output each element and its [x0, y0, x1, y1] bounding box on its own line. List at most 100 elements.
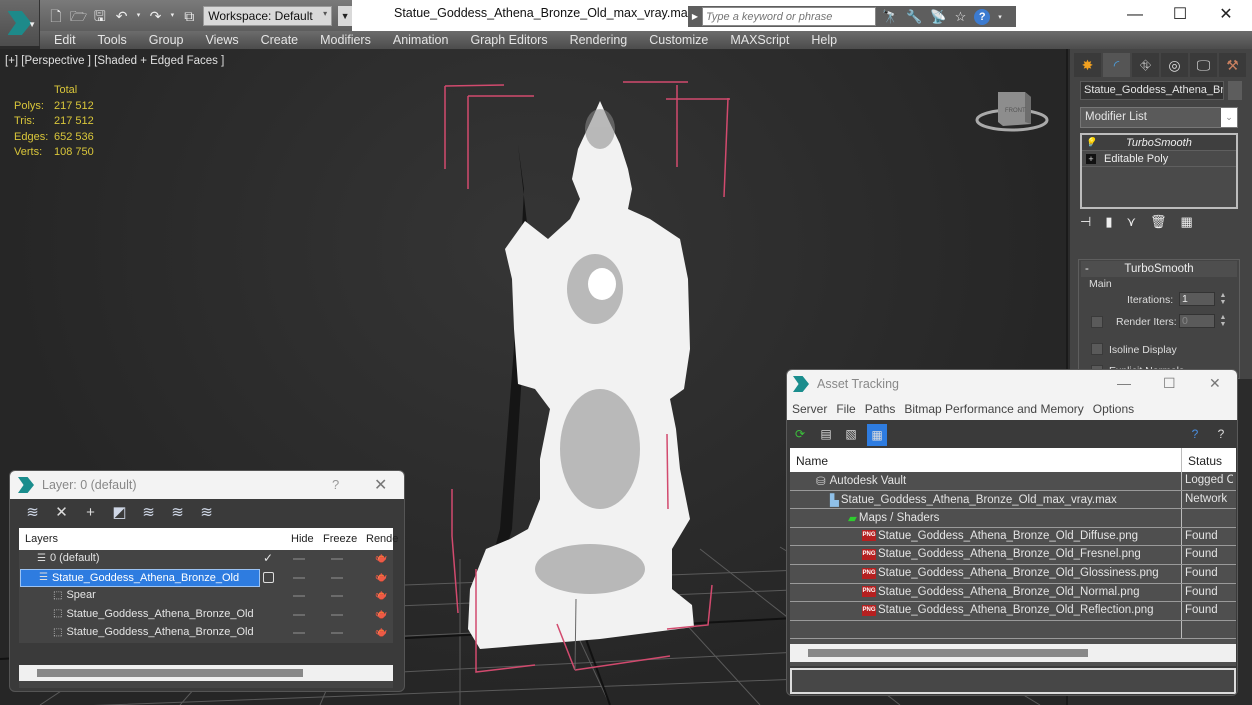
search-input[interactable] [702, 7, 876, 26]
menu-paths[interactable]: Paths [865, 402, 896, 416]
menu-modifiers[interactable]: Modifiers [320, 33, 371, 47]
hide-toggle[interactable] [293, 613, 305, 616]
tree-view-icon[interactable]: ▧ [843, 426, 859, 442]
undo-dropdown-icon[interactable]: ▾ [136, 8, 142, 24]
column-header-status[interactable]: Status [1188, 454, 1222, 468]
configure-modifier-sets-icon[interactable]: ▦ [1181, 214, 1193, 230]
list-view-icon[interactable]: ▤ [818, 426, 834, 442]
object-name-field[interactable]: Statue_Goddess_Athena_Bronze [1080, 81, 1224, 100]
set-current-layer-icon[interactable]: ≋ [169, 503, 186, 521]
workspace-select[interactable]: Workspace: Default ▾ [203, 5, 333, 26]
scrollbar-thumb[interactable] [808, 649, 1088, 657]
asset-row[interactable]: ▙ Statue_Goddess_Athena_Bronze_Old_max_vr… [790, 491, 1236, 510]
remove-modifier-icon[interactable]: 🗑 [1150, 214, 1167, 230]
application-menu-button[interactable]: ▼ [0, 0, 40, 46]
maximize-button[interactable]: ☐ [1163, 375, 1176, 392]
select-layer-icon[interactable]: ≋ [140, 503, 157, 521]
stack-item-editable-poly[interactable]: + Editable Poly [1082, 151, 1236, 167]
renderable-teapot-icon[interactable]: 🫖 [375, 590, 387, 601]
modifier-list-dropdown[interactable]: Modifier List ⌄ [1080, 107, 1238, 128]
menu-customize[interactable]: Customize [649, 33, 708, 47]
help-button[interactable]: ? [332, 477, 339, 492]
spinner-arrows-icon[interactable]: ▲ ▼ [1218, 292, 1228, 306]
column-header-render[interactable]: Rende [366, 533, 398, 545]
object-color-swatch[interactable] [1228, 81, 1242, 100]
freeze-toggle[interactable] [331, 576, 343, 579]
hide-toggle[interactable] [293, 595, 305, 597]
menu-server[interactable]: Server [792, 402, 827, 416]
asset-row[interactable]: PNG Statue_Goddess_Athena_Bronze_Old_Glos… [790, 565, 1236, 584]
satellite-icon[interactable]: 📡 [930, 9, 946, 25]
current-layer-check-icon[interactable]: ✓ [263, 551, 273, 565]
delete-layer-icon[interactable]: ✕ [53, 503, 70, 521]
renderable-teapot-icon[interactable]: 🫖 [375, 609, 387, 620]
column-header-freeze[interactable]: Freeze [323, 533, 357, 545]
lightbulb-icon[interactable]: 💡 [1085, 137, 1096, 148]
project-folder-icon[interactable]: ⧉ [181, 8, 197, 24]
expand-plus-icon[interactable]: + [1086, 153, 1096, 164]
scrollbar-thumb[interactable] [37, 669, 303, 677]
freeze-toggle[interactable] [331, 558, 343, 560]
wrench-icon[interactable]: 🔧 [906, 9, 922, 25]
minimize-button[interactable]: — [1117, 375, 1131, 391]
new-file-icon[interactable]: 🗋 [48, 8, 64, 24]
layer-row[interactable]: ⬚ Spear 🫖 [19, 587, 393, 606]
motion-tab-icon[interactable]: ◎ [1161, 53, 1188, 77]
close-button[interactable]: ✕ [1209, 375, 1221, 392]
horizontal-scrollbar[interactable] [19, 665, 393, 681]
viewport-label-menu[interactable]: [+] [Perspective ] [Shaded + Edged Faces… [5, 55, 224, 67]
asset-row[interactable]: PNG Statue_Goddess_Athena_Bronze_Old_Norm… [790, 584, 1236, 603]
redo-dropdown-icon[interactable]: ▾ [169, 8, 175, 24]
close-button[interactable]: ✕ [1206, 4, 1246, 26]
menu-graph-editors[interactable]: Graph Editors [470, 33, 547, 47]
menu-options[interactable]: Options [1093, 402, 1134, 416]
hide-toggle[interactable] [293, 558, 305, 560]
iterations-spinner[interactable]: 1 [1179, 292, 1215, 306]
rollout-header[interactable]: - TurboSmooth [1081, 261, 1237, 277]
menu-file[interactable]: File [836, 402, 855, 416]
modify-tab-icon[interactable]: ◜ [1103, 53, 1130, 77]
freeze-toggle[interactable] [331, 632, 343, 634]
asset-row[interactable]: ▰ Maps / Shaders [790, 509, 1236, 528]
create-tab-icon[interactable]: ✸ [1074, 53, 1101, 77]
renderable-teapot-icon[interactable]: 🫖 [375, 572, 387, 583]
make-unique-icon[interactable]: ⋎ [1126, 214, 1136, 230]
asset-row[interactable]: PNG Statue_Goddess_Athena_Bronze_Old_Diff… [790, 528, 1236, 547]
menu-edit[interactable]: Edit [54, 33, 76, 47]
layer-row[interactable]: ⬚ Statue_Goddess_Athena_Bronze_Old 🫖 [19, 624, 393, 643]
display-tab-icon[interactable]: 🖵 [1190, 53, 1217, 77]
asset-row[interactable]: PNG Statue_Goddess_Athena_Bronze_Old_Fres… [790, 546, 1236, 565]
context-help-icon[interactable]: ? [1213, 426, 1229, 442]
undo-icon[interactable]: ↶ [114, 8, 130, 24]
create-layer-icon[interactable]: ≋ [24, 503, 41, 521]
hierarchy-tab-icon[interactable]: ⛗ [1132, 53, 1159, 77]
spinner-arrows-icon[interactable]: ▲ ▼ [1218, 314, 1228, 328]
save-icon[interactable]: 🖫 [92, 8, 108, 24]
horizontal-scrollbar[interactable] [790, 644, 1236, 662]
asset-row[interactable]: ⛁Autodesk Vault Logged Out [790, 472, 1236, 491]
open-folder-icon[interactable]: 🗁 [70, 8, 87, 24]
layer-row[interactable]: ☰ 0 (default) ✓ 🫖 [19, 550, 393, 569]
renderable-teapot-icon[interactable]: 🫖 [375, 627, 387, 638]
stack-item-turbosmooth[interactable]: 💡 TurboSmooth [1082, 135, 1236, 151]
set-current-checkbox[interactable] [263, 571, 274, 583]
menu-group[interactable]: Group [149, 33, 184, 47]
menu-create[interactable]: Create [261, 33, 299, 47]
hide-toggle[interactable] [293, 632, 305, 634]
close-button[interactable]: ✕ [374, 475, 387, 495]
add-to-layer-icon[interactable]: + [82, 504, 99, 521]
dialog-title-bar[interactable]: Layer: 0 (default) ? ✕ [10, 471, 404, 499]
freeze-toggle[interactable] [331, 595, 343, 597]
star-icon[interactable]: ☆ [955, 9, 967, 25]
binoculars-icon[interactable]: 🔭 [882, 9, 898, 25]
viewcube[interactable]: FRONT [975, 84, 1050, 139]
column-header-hide[interactable]: Hide [291, 533, 314, 545]
hide-toggle[interactable] [293, 576, 305, 579]
menu-animation[interactable]: Animation [393, 33, 449, 47]
refresh-icon[interactable]: ⟳ [792, 426, 808, 442]
column-header-name[interactable]: Name [796, 454, 828, 468]
pin-stack-icon[interactable]: ⊣ [1080, 214, 1091, 230]
maximize-button[interactable]: ☐ [1160, 4, 1200, 26]
show-end-result-icon[interactable]: ▮ [1105, 214, 1112, 230]
layer-row[interactable]: ⬚ Statue_Goddess_Athena_Bronze_Old 🫖 [19, 606, 393, 625]
